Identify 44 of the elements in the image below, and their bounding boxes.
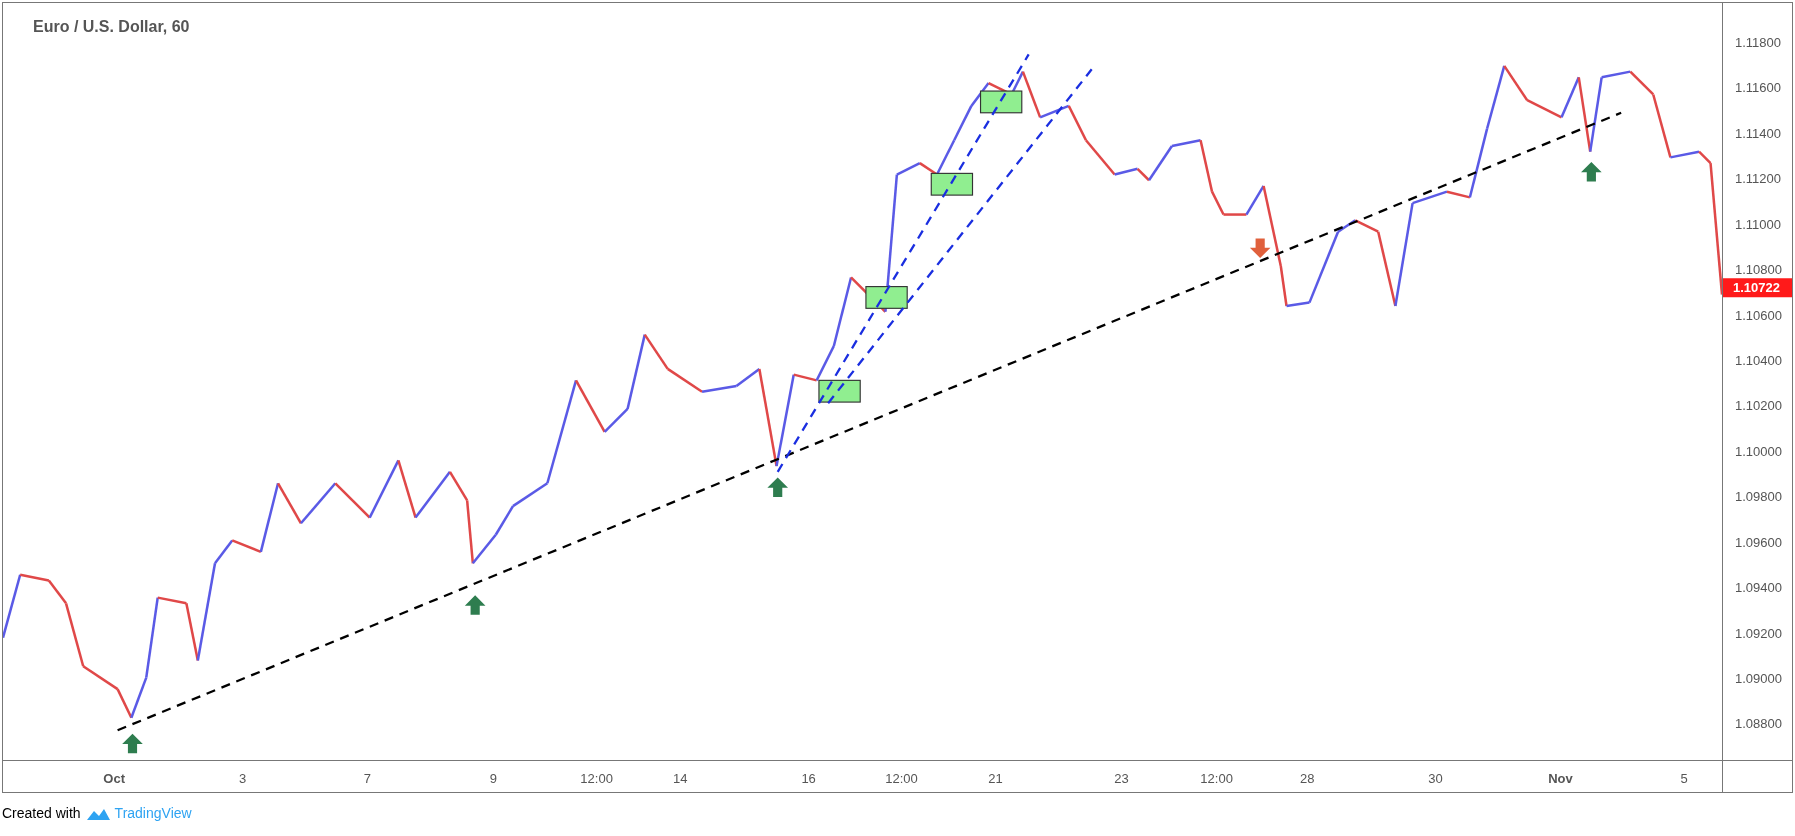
- time-axis-label: 28: [1299, 770, 1315, 788]
- time-axis-label: 5: [1680, 770, 1688, 788]
- price-axis-label: 1.11200: [1735, 170, 1782, 189]
- highlight-box: [979, 90, 1023, 114]
- price-axis-label: 1.09400: [1735, 579, 1782, 598]
- up-arrow-icon: [464, 595, 486, 615]
- time-axis-label: 3: [238, 770, 247, 788]
- up-arrow-icon: [767, 477, 788, 497]
- price-axis-label: 1.11400: [1735, 125, 1782, 144]
- price-axis-label: 1.10600: [1735, 306, 1782, 325]
- time-axis-label: 12:00: [1200, 770, 1233, 788]
- time-axis-label: Nov: [1548, 770, 1573, 788]
- time-axis-label: 12:00: [885, 770, 918, 788]
- tradingview-link[interactable]: TradingView: [114, 803, 192, 824]
- price-axis-label: 1.09200: [1735, 624, 1782, 643]
- time-axis-label: 9: [489, 770, 498, 788]
- price-axis-label: 1.09600: [1735, 534, 1782, 552]
- price-axis-label: 1.09800: [1735, 488, 1782, 507]
- chart-title: Euro / U.S. Dollar, 60: [33, 17, 190, 37]
- up-arrow-icon: [1581, 161, 1602, 182]
- price-axis-label: 1.10400: [1735, 352, 1782, 371]
- time-axis-label: 21: [988, 770, 1003, 788]
- last-price-label: 1.10722: [1723, 277, 1792, 298]
- time-axis-label: 7: [363, 770, 372, 788]
- price-axis-label: 1.11000: [1735, 216, 1782, 234]
- time-axis-label: 14: [673, 770, 688, 788]
- down-arrow-icon: [1249, 238, 1271, 258]
- time-axis-label: Oct: [103, 770, 125, 788]
- price-axis-label: 1.10200: [1735, 397, 1782, 416]
- price-axis-label: 1.10000: [1735, 443, 1782, 462]
- price-axis-label: 1.11800: [1735, 34, 1782, 53]
- time-axis-label: 30: [1428, 770, 1443, 788]
- price-axis-label: 1.08800: [1735, 715, 1782, 734]
- time-axis-label: 16: [801, 770, 816, 788]
- time-axis-label: 23: [1114, 770, 1129, 788]
- time-axis-label: 12:00: [580, 770, 613, 788]
- highlight-box: [818, 379, 861, 403]
- highlight-box: [930, 172, 974, 196]
- up-arrow-icon: [122, 733, 143, 754]
- created-with-text: Created with: [2, 804, 81, 823]
- highlight-box: [865, 286, 908, 309]
- price-axis-label: 1.09000: [1735, 670, 1782, 689]
- price-axis-label: 1.10800: [1735, 261, 1782, 280]
- price-axis-label: 1.11600: [1735, 79, 1782, 98]
